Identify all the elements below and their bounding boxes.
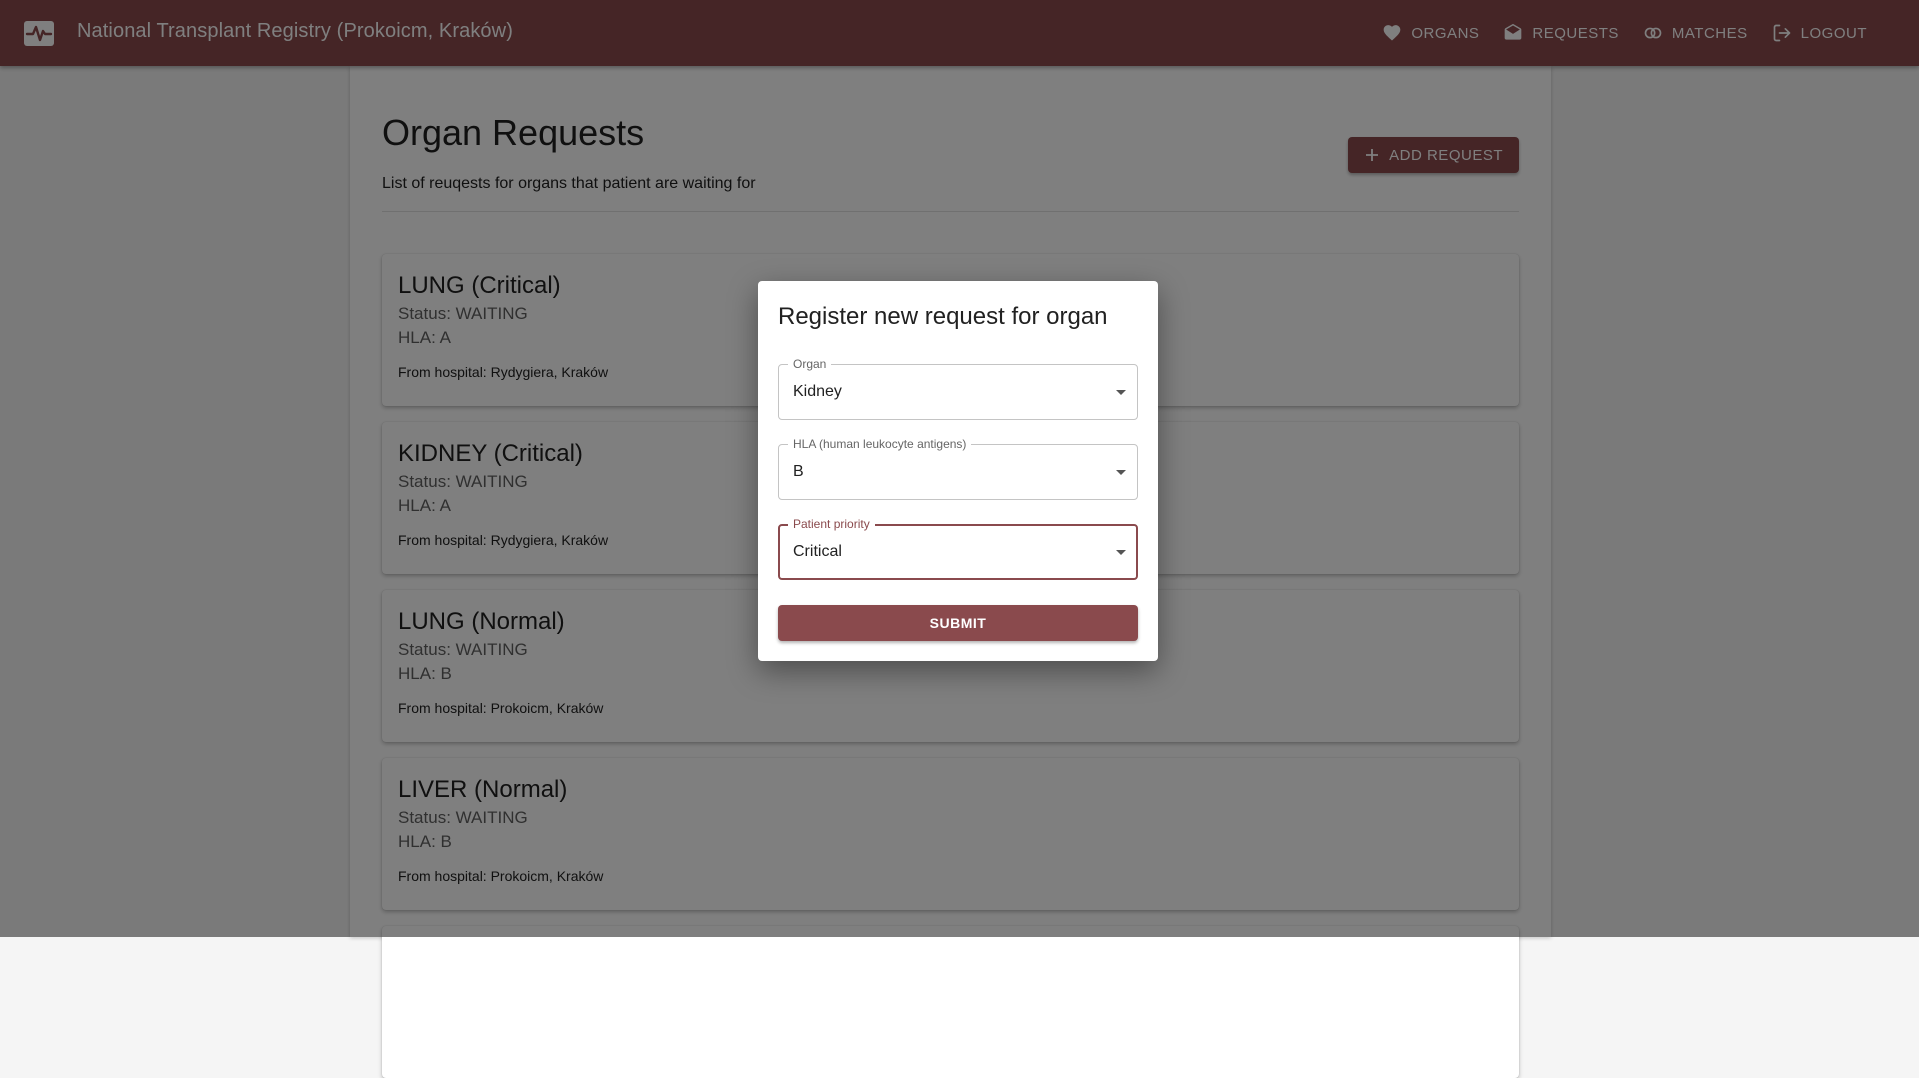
organ-select-value: Kidney (793, 383, 842, 400)
register-request-dialog: Register new request for organ Organ Kid… (758, 281, 1158, 661)
request-card[interactable] (382, 926, 1519, 1078)
patient-priority-select[interactable]: Patient priority Critical (778, 517, 1138, 580)
organ-select-label: Organ (788, 357, 832, 371)
dropdown-arrow-icon (1116, 550, 1126, 555)
dropdown-arrow-icon (1116, 470, 1126, 475)
dialog-title: Register new request for organ (778, 303, 1108, 330)
organ-select[interactable]: Organ Kidney (778, 357, 1138, 420)
hla-select[interactable]: HLA (human leukocyte antigens) B (778, 437, 1138, 500)
hla-select-label: HLA (human leukocyte antigens) (788, 437, 972, 451)
patient-priority-value: Critical (793, 543, 842, 560)
submit-button[interactable]: SUBMIT (778, 605, 1138, 641)
hla-select-value: B (793, 463, 804, 480)
dropdown-arrow-icon (1116, 390, 1126, 395)
patient-priority-label: Patient priority (788, 517, 875, 531)
